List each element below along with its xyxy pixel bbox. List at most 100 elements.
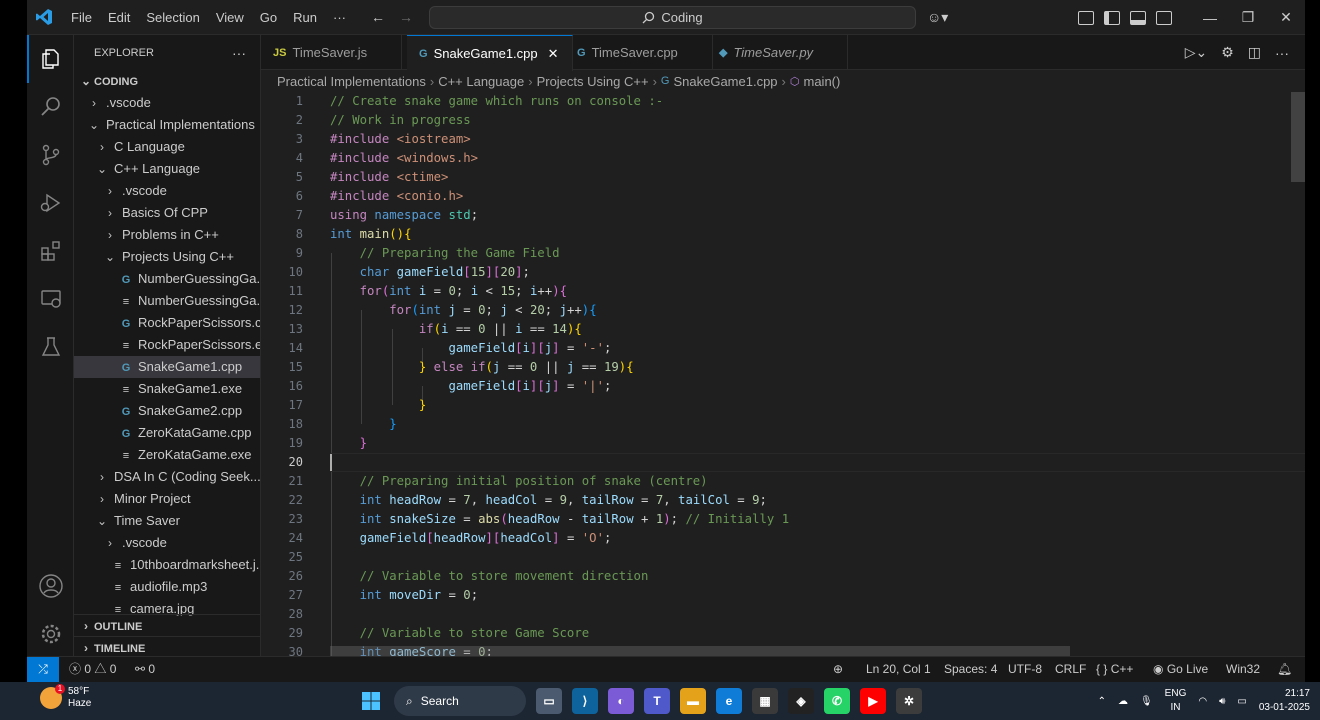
code-line[interactable]: using namespace std; bbox=[330, 206, 478, 225]
tree-file[interactable]: G RockPaperScissors.c... bbox=[74, 312, 260, 334]
ports-indicator[interactable]: ⚯ 0 bbox=[135, 657, 155, 682]
zoom-icon[interactable]: ⊕ bbox=[833, 657, 843, 682]
horizontal-scrollbar[interactable] bbox=[330, 646, 1070, 656]
menu-item[interactable]: View bbox=[208, 0, 252, 35]
tree-file[interactable]: ≡ SnakeGame1.exe bbox=[74, 378, 260, 400]
microphone-icon[interactable]: 🎙︎ bbox=[1140, 696, 1153, 707]
settings-gear-icon[interactable] bbox=[27, 610, 74, 658]
code-line[interactable]: } bbox=[330, 434, 367, 453]
editor-tab[interactable]: JS TimeSaver.js bbox=[261, 35, 403, 70]
code-line[interactable]: #include <windows.h> bbox=[330, 149, 478, 168]
code-line[interactable]: int snakeSize = abs(headRow - tailRow + … bbox=[330, 510, 789, 529]
code-line[interactable]: char gameField[15][20]; bbox=[330, 263, 530, 282]
vscode-taskbar-icon[interactable]: ⟩ bbox=[572, 688, 598, 714]
cursor-position[interactable]: Ln 20, Col 1 bbox=[866, 657, 931, 682]
windows-start-icon[interactable] bbox=[358, 688, 384, 714]
tree-folder[interactable]: › C Language bbox=[74, 136, 260, 158]
weather-widget[interactable]: 1 58°F Haze bbox=[40, 684, 91, 710]
app-icon[interactable]: ◈ bbox=[788, 688, 814, 714]
vertical-scrollbar[interactable] bbox=[1291, 92, 1305, 656]
code-line[interactable]: // Preparing initial position of snake (… bbox=[330, 472, 708, 491]
taskbar-search[interactable]: ⌕ Search bbox=[394, 686, 526, 716]
tree-folder[interactable]: › DSA In C (Coding Seek... bbox=[74, 466, 260, 488]
tree-folder[interactable]: › Problems in C++ bbox=[74, 224, 260, 246]
edge-icon[interactable]: e bbox=[716, 688, 742, 714]
wifi-icon[interactable]: ◠ bbox=[1198, 696, 1207, 707]
forward-arrow-icon[interactable]: → bbox=[399, 9, 413, 25]
language-mode[interactable]: { } C++ bbox=[1096, 657, 1133, 682]
problems-indicator[interactable]: ⓧ 0 △ 0 bbox=[69, 657, 116, 682]
layout-customize-icon[interactable] bbox=[1078, 10, 1095, 25]
breadcrumb-item[interactable]: C++ Language bbox=[438, 74, 524, 89]
code-line[interactable]: // Variable to store Game Score bbox=[330, 624, 590, 643]
code-line[interactable]: } bbox=[330, 415, 396, 434]
youtube-icon[interactable]: ▶ bbox=[860, 688, 886, 714]
tree-file[interactable]: ≡ audiofile.mp3 bbox=[74, 576, 260, 598]
encoding[interactable]: UTF-8 bbox=[1008, 657, 1042, 682]
code-line[interactable]: // Create snake game which runs on conso… bbox=[330, 92, 663, 111]
show-hidden-icons-icon[interactable]: ⌃ bbox=[1098, 696, 1106, 707]
tree-folder[interactable]: › Basics Of CPP bbox=[74, 202, 260, 224]
platform[interactable]: Win32 bbox=[1226, 657, 1260, 682]
menu-item[interactable]: Run bbox=[285, 0, 325, 35]
file-explorer-icon[interactable]: ▬ bbox=[680, 688, 706, 714]
menu-item[interactable]: Selection bbox=[138, 0, 207, 35]
tree-file[interactable]: G SnakeGame1.cpp bbox=[74, 356, 260, 378]
tree-file[interactable]: ≡ NumberGuessingGa... bbox=[74, 290, 260, 312]
tree-file[interactable]: G SnakeGame2.cpp bbox=[74, 400, 260, 422]
battery-icon[interactable]: ▭ bbox=[1237, 696, 1246, 707]
tree-folder[interactable]: › Minor Project bbox=[74, 488, 260, 510]
code-editor[interactable]: 1 2 3 4 5 6 7 8 9 10 11 12 13 14 15 16 17 18 19 20 21 22 23 24 2… bbox=[261, 92, 1305, 656]
timeline-section[interactable]: › TIMELINE bbox=[74, 636, 260, 656]
volume-icon[interactable]: 🔊︎ bbox=[1219, 696, 1225, 707]
editor-tab[interactable]: G SnakeGame1.cpp ✕ bbox=[407, 35, 573, 71]
code-line[interactable]: // Preparing the Game Field bbox=[330, 244, 560, 263]
run-code-icon[interactable]: ▷⌄ bbox=[1185, 44, 1208, 61]
editor-tab[interactable]: G TimeSaver.cpp bbox=[565, 35, 713, 70]
code-line[interactable]: // Work in progress bbox=[330, 111, 471, 130]
menu-item[interactable]: Go bbox=[252, 0, 285, 35]
code-line[interactable]: gameField[i][j] = '|'; bbox=[330, 377, 611, 396]
settings-gear-icon[interactable]: ⚙ bbox=[1221, 44, 1234, 61]
clock[interactable]: 21:17 03-01-2025 bbox=[1259, 687, 1310, 715]
line-ending[interactable]: CRLF bbox=[1055, 657, 1086, 682]
code-line[interactable]: #include <iostream> bbox=[330, 130, 471, 149]
minimize-icon[interactable]: — bbox=[1191, 10, 1229, 26]
tree-folder[interactable]: ⌄ Projects Using C++ bbox=[74, 246, 260, 268]
tree-folder[interactable]: ⌄ C++ Language bbox=[74, 158, 260, 180]
split-editor-icon[interactable]: ◫ bbox=[1248, 44, 1261, 61]
close-tab-icon[interactable]: ✕ bbox=[548, 46, 560, 62]
language-indicator[interactable]: ENG IN bbox=[1165, 687, 1187, 715]
tree-file[interactable]: ≡ ZeroKataGame.exe bbox=[74, 444, 260, 466]
indentation[interactable]: Spaces: 4 bbox=[944, 657, 997, 682]
code-line[interactable]: int headRow = 7, headCol = 9, tailRow = … bbox=[330, 491, 767, 510]
tree-file[interactable]: ≡ 10thboardmarksheet.j... bbox=[74, 554, 260, 576]
workspace-root[interactable]: ⌄ CODING bbox=[74, 70, 260, 92]
close-window-icon[interactable]: ✕ bbox=[1267, 9, 1305, 26]
toggle-sidebar-icon[interactable] bbox=[1104, 10, 1121, 25]
tree-folder[interactable]: › .vscode bbox=[74, 92, 260, 114]
code-line[interactable]: int moveDir = 0; bbox=[330, 586, 478, 605]
search-icon[interactable] bbox=[27, 83, 74, 131]
breadcrumb-item[interactable]: Practical Implementations bbox=[277, 74, 426, 89]
explorer-icon[interactable] bbox=[27, 35, 74, 83]
scrollbar-thumb[interactable] bbox=[1291, 92, 1305, 182]
code-line[interactable]: #include <conio.h> bbox=[330, 187, 463, 206]
command-center[interactable]: Coding bbox=[429, 6, 916, 29]
back-arrow-icon[interactable]: ← bbox=[371, 9, 385, 25]
chatgpt-icon[interactable]: ✲ bbox=[896, 688, 922, 714]
tree-folder[interactable]: › .vscode bbox=[74, 532, 260, 554]
run-debug-icon[interactable] bbox=[27, 179, 74, 227]
code-line[interactable]: // Variable to store movement direction bbox=[330, 567, 649, 586]
code-line[interactable]: gameField[headRow][headCol] = 'O'; bbox=[330, 529, 612, 548]
breadcrumb-item[interactable]: Projects Using C++ bbox=[537, 74, 649, 89]
tree-file[interactable]: ≡ RockPaperScissors.exe bbox=[74, 334, 260, 356]
tree-folder[interactable]: ⌄ Time Saver bbox=[74, 510, 260, 532]
toggle-secondary-sidebar-icon[interactable] bbox=[1156, 10, 1173, 25]
copilot-taskbar-icon[interactable]: ◐ bbox=[608, 688, 634, 714]
code-line[interactable]: #include <ctime> bbox=[330, 168, 448, 187]
breadcrumb-item[interactable]: SnakeGame1.cpp bbox=[673, 74, 777, 89]
code-line[interactable]: gameField[i][j] = '-'; bbox=[330, 339, 611, 358]
notifications-bell-icon[interactable]: 🔔︎ bbox=[1277, 657, 1292, 682]
breadcrumb-item[interactable]: main() bbox=[804, 74, 841, 89]
